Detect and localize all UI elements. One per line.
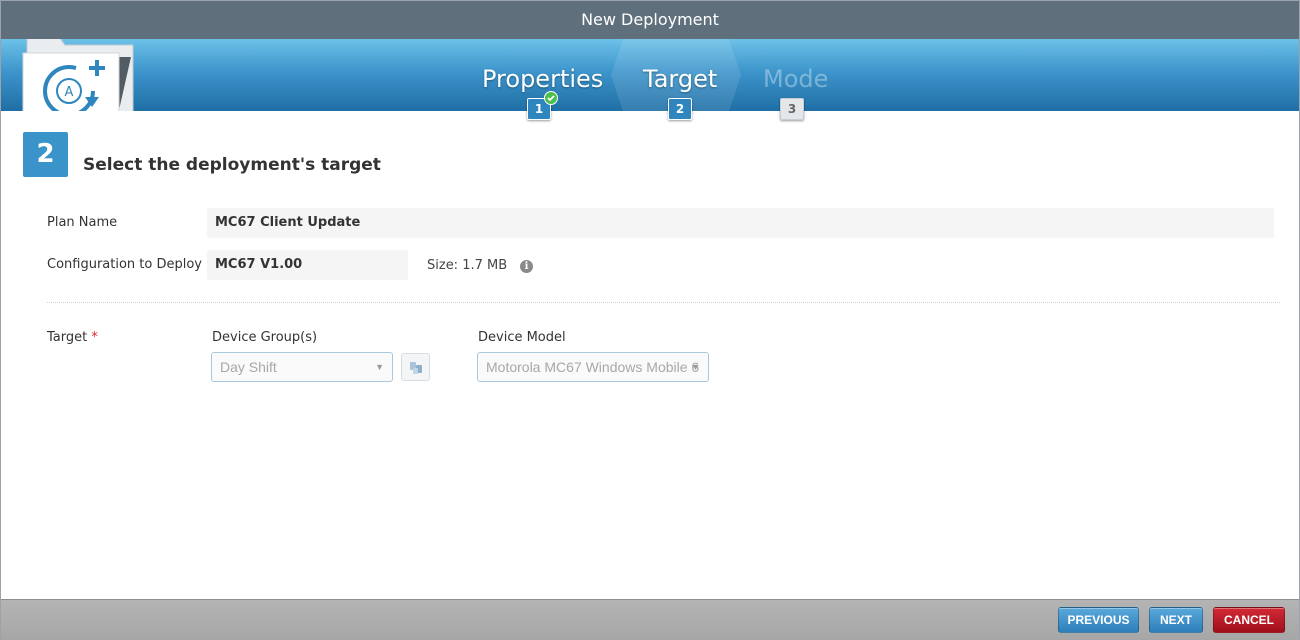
configuration-size: Size: 1.7 MB [427, 258, 508, 273]
device-groups-selected: Day Shift [220, 359, 277, 375]
device-model-selected: Motorola MC67 Windows Mobile 6 [486, 359, 700, 375]
check-icon [544, 91, 558, 105]
device-group-picker-button[interactable] [401, 353, 430, 381]
deployment-folder-icon: A [19, 39, 145, 111]
step-properties-number: 1 [527, 91, 558, 120]
current-step-badge: 2 [23, 132, 68, 177]
page-title: Select the deployment's target [83, 155, 381, 175]
info-icon[interactable]: i [520, 260, 533, 273]
previous-button[interactable]: PREVIOUS [1058, 607, 1139, 633]
section-divider [47, 302, 1280, 303]
device-groups-select[interactable]: Day Shift ▼ [211, 352, 393, 382]
step-properties-label: Properties [482, 65, 604, 93]
chevron-down-icon: ▼ [691, 362, 700, 372]
configuration-value: MC67 V1.00 [207, 250, 408, 280]
plan-name-label: Plan Name [47, 215, 118, 230]
device-model-select[interactable]: Motorola MC67 Windows Mobile 6 ▼ [477, 352, 709, 382]
configuration-label: Configuration to Deploy [47, 257, 202, 272]
device-groups-label: Device Group(s) [212, 330, 318, 345]
svg-text:A: A [65, 85, 74, 100]
step-target-number: 2 [668, 98, 692, 120]
chevron-down-icon: ▼ [375, 362, 384, 372]
cancel-button[interactable]: CANCEL [1213, 607, 1285, 633]
step-properties-number-text: 1 [534, 102, 544, 116]
plan-name-value: MC67 Client Update [207, 208, 1274, 238]
target-label-text: Target [47, 330, 88, 345]
window-title: New Deployment [1, 1, 1299, 39]
next-button[interactable]: NEXT [1149, 607, 1203, 633]
target-label: Target * [47, 330, 98, 345]
device-model-label: Device Model [478, 330, 566, 345]
step-target-label: Target [643, 65, 718, 93]
step-mode-number: 3 [780, 98, 804, 120]
deployment-wizard-window: New Deployment A Properties 1 Target 2 M… [0, 0, 1300, 640]
required-marker: * [91, 330, 98, 345]
step-mode-label: Mode [763, 65, 829, 93]
device-group-picker-icon [410, 362, 422, 374]
